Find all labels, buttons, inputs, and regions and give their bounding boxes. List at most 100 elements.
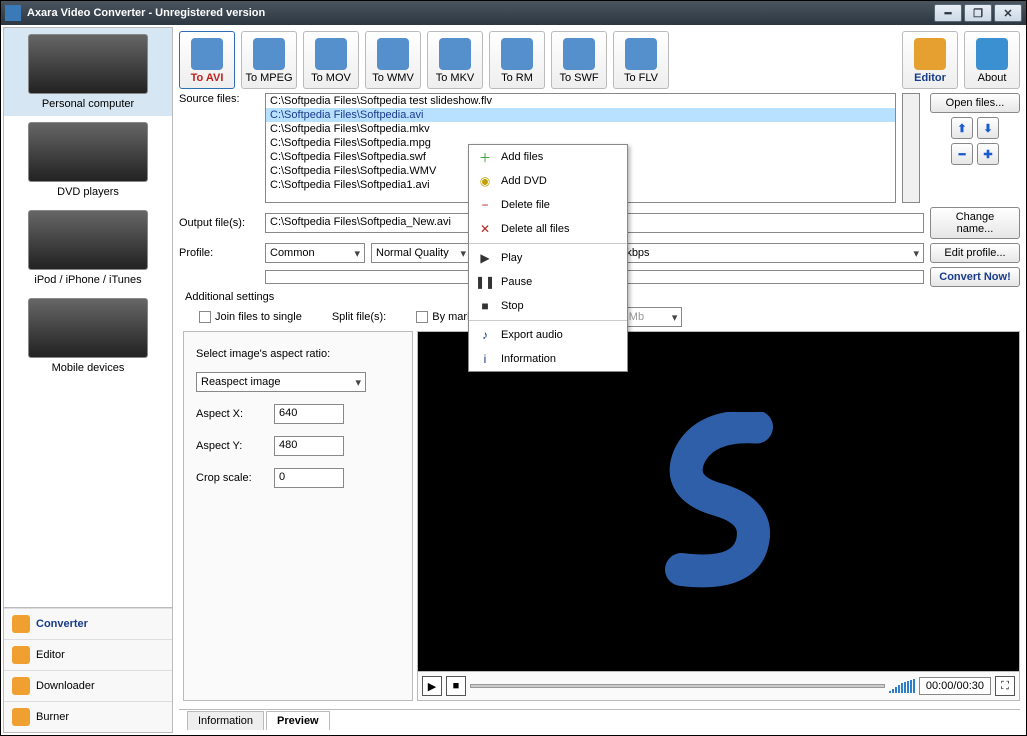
join-files-checkbox[interactable]: Join files to single: [199, 311, 302, 323]
format-label: To RM: [501, 72, 533, 84]
editor-icon: [914, 38, 946, 70]
about-icon: [976, 38, 1008, 70]
device-thumb-icon: [28, 34, 148, 94]
menu-item-add-dvd[interactable]: ◉ Add DVD: [469, 169, 627, 193]
device-thumb-icon: [28, 298, 148, 358]
sidebar: Personal computer DVD players iPod / iPhon…: [3, 27, 173, 733]
format-label: To SWF: [559, 72, 598, 84]
source-file-item[interactable]: C:\Softpedia Files\Softpedia.mkv: [266, 122, 895, 136]
menu-label: Add files: [501, 151, 543, 163]
menu-item-add-files[interactable]: ＋ Add files: [469, 145, 627, 169]
menu-icon: ＋: [477, 149, 493, 165]
format-icon: [625, 38, 657, 70]
aspect-mode-combo[interactable]: Reaspect image: [196, 372, 366, 392]
device-item[interactable]: Mobile devices: [4, 292, 172, 380]
nav-label: Converter: [36, 618, 88, 630]
menu-item-stop[interactable]: ■ Stop: [469, 294, 627, 318]
minimize-button[interactable]: ━: [934, 4, 962, 22]
app-icon: [5, 5, 21, 21]
play-button[interactable]: ▶: [422, 676, 442, 696]
menu-icon: ■: [477, 298, 493, 314]
menu-label: Delete all files: [501, 223, 569, 235]
edit-profile-button[interactable]: Edit profile...: [930, 243, 1020, 263]
aspect-x-label: Aspect X:: [196, 408, 266, 420]
move-up-button[interactable]: ⬆: [951, 117, 973, 139]
aspect-panel: Select image's aspect ratio: Reaspect im…: [183, 331, 413, 701]
profile-quality-combo[interactable]: Normal Quality: [371, 243, 471, 263]
nav-item-burner[interactable]: Burner: [4, 701, 172, 732]
format-icon: [563, 38, 595, 70]
device-label: Mobile devices: [52, 362, 125, 374]
add-file-button[interactable]: ✚: [977, 143, 999, 165]
format-to-flv-button[interactable]: To FLV: [613, 31, 669, 89]
format-to-mpeg-button[interactable]: To MPEG: [241, 31, 297, 89]
titlebar: Axara Video Converter - Unregistered ver…: [1, 1, 1026, 25]
format-label: To MPEG: [245, 72, 292, 84]
editor-button[interactable]: Editor: [902, 31, 958, 89]
seek-slider[interactable]: [470, 684, 885, 688]
preview-panel: ▶ ■ 00:00/00:30 ⛶: [417, 331, 1020, 701]
device-label: iPod / iPhone / iTunes: [34, 274, 141, 286]
aspect-x-input[interactable]: 640: [274, 404, 344, 424]
stop-button[interactable]: ■: [446, 676, 466, 696]
menu-item-play[interactable]: ▶Play: [469, 246, 627, 270]
menu-label: Add DVD: [501, 175, 547, 187]
nav-item-converter[interactable]: Converter: [4, 608, 172, 639]
menu-icon: ✕: [477, 221, 493, 237]
format-to-wmv-button[interactable]: To WMV: [365, 31, 421, 89]
source-file-item[interactable]: C:\Softpedia Files\Softpedia test slides…: [266, 94, 895, 108]
volume-indicator[interactable]: [889, 679, 915, 693]
split-files-label: Split file(s):: [332, 311, 386, 323]
menu-label: Play: [501, 252, 522, 264]
time-display: 00:00/00:30: [919, 677, 991, 695]
device-item[interactable]: Personal computer: [4, 28, 172, 116]
aspect-y-input[interactable]: 480: [274, 436, 344, 456]
context-menu: ＋ Add files ◉ Add DVD −Delete file ✕ Delete al…: [468, 144, 628, 372]
video-preview: [418, 332, 1019, 671]
menu-icon: ◉: [477, 173, 493, 189]
tab-information[interactable]: Information: [187, 711, 264, 730]
about-button[interactable]: About: [964, 31, 1020, 89]
nav-label: Downloader: [36, 680, 95, 692]
menu-label: Stop: [501, 300, 524, 312]
toolbar: To AVI To MPEG To MOV To WMVTo MKV To RM To S…: [179, 31, 1020, 89]
open-files-button[interactable]: Open files...: [930, 93, 1020, 113]
remove-file-button[interactable]: ━: [951, 143, 973, 165]
scrollbar[interactable]: [902, 93, 920, 203]
source-file-item[interactable]: C:\Softpedia Files\Softpedia.avi: [266, 108, 895, 122]
menu-item-delete-all-files[interactable]: ✕ Delete all files: [469, 217, 627, 241]
nav-item-editor[interactable]: Editor: [4, 639, 172, 670]
move-down-button[interactable]: ⬇: [977, 117, 999, 139]
format-to-rm-button[interactable]: To RM: [489, 31, 545, 89]
fullscreen-button[interactable]: ⛶: [995, 676, 1015, 696]
format-label: To MOV: [311, 72, 351, 84]
menu-icon: −: [477, 197, 493, 213]
format-to-mkv-button[interactable]: To MKV: [427, 31, 483, 89]
close-button[interactable]: ✕: [994, 4, 1022, 22]
profile-preset-combo[interactable]: Common: [265, 243, 365, 263]
crop-scale-input[interactable]: 0: [274, 468, 344, 488]
converter-icon: [12, 615, 30, 633]
convert-now-button[interactable]: Convert Now!: [930, 267, 1020, 287]
device-label: DVD players: [57, 186, 119, 198]
source-files-label: Source files:: [179, 93, 259, 105]
menu-item-pause[interactable]: ❚❚Pause: [469, 270, 627, 294]
menu-item-information[interactable]: iInformation: [469, 347, 627, 371]
change-name-button[interactable]: Change name...: [930, 207, 1020, 239]
device-list: Personal computer DVD players iPod / iPhon…: [4, 28, 172, 607]
device-thumb-icon: [28, 210, 148, 270]
nav-item-downloader[interactable]: Downloader: [4, 670, 172, 701]
maximize-button[interactable]: ❐: [964, 4, 992, 22]
device-item[interactable]: iPod / iPhone / iTunes: [4, 204, 172, 292]
output-file-label: Output file(s):: [179, 217, 259, 229]
format-to-swf-button[interactable]: To SWF: [551, 31, 607, 89]
menu-item-delete-file[interactable]: −Delete file: [469, 193, 627, 217]
device-item[interactable]: DVD players: [4, 116, 172, 204]
tab-preview[interactable]: Preview: [266, 711, 330, 730]
format-label: To FLV: [624, 72, 658, 84]
menu-item-export-audio[interactable]: ♪Export audio: [469, 323, 627, 347]
nav-label: Editor: [36, 649, 65, 661]
format-to-mov-button[interactable]: To MOV: [303, 31, 359, 89]
window-title: Axara Video Converter - Unregistered ver…: [27, 7, 932, 19]
format-to-avi-button[interactable]: To AVI: [179, 31, 235, 89]
